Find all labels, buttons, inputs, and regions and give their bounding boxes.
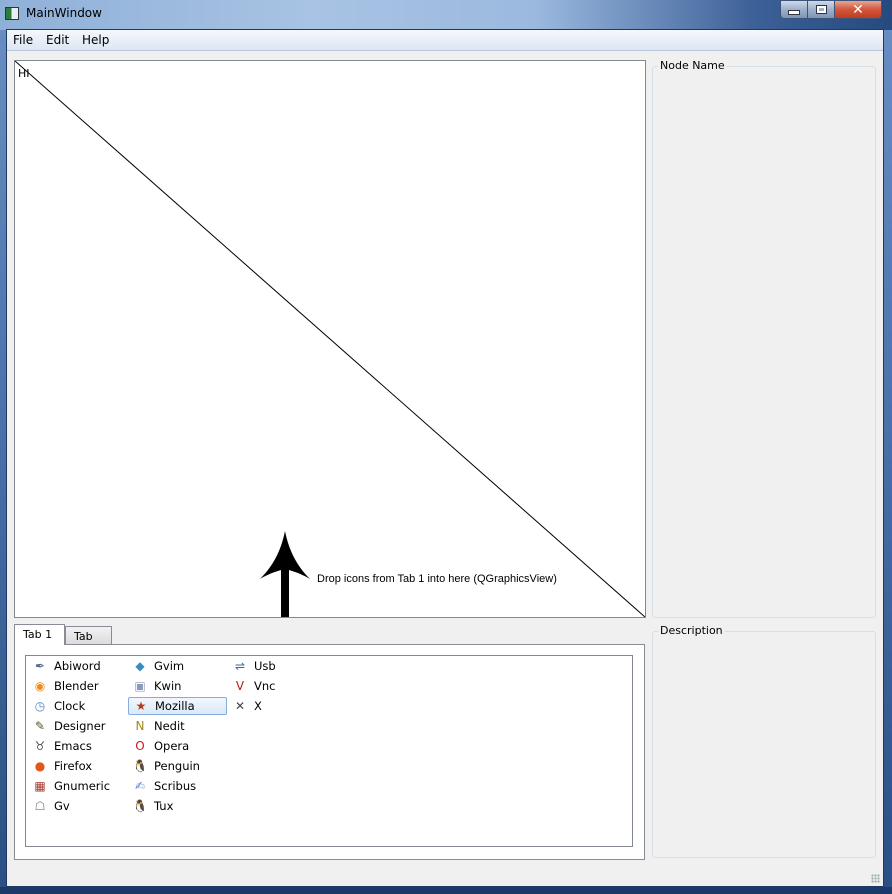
kwin-icon: ▣ — [134, 679, 146, 693]
list-item-label: Scribus — [154, 779, 197, 793]
tab-1[interactable]: Tab 1 — [14, 624, 65, 645]
list-item-label: Emacs — [54, 739, 92, 753]
icon-list[interactable]: ✒ Abiword ◉ Blender ◷ Clock ✎ Designer ♉ Emacs ● Fi… — [25, 655, 633, 847]
list-item-mozilla[interactable]: ★ Mozilla — [128, 697, 227, 715]
tux-icon: 🐧 — [132, 799, 148, 813]
list-item-scribus[interactable]: ✍ Scribus — [128, 777, 224, 795]
tab-1-pane: ✒ Abiword ◉ Blender ◷ Clock ✎ Designer ♉ Emacs ● Fi… — [14, 644, 645, 860]
menu-file[interactable]: File — [10, 32, 36, 48]
menu-help[interactable]: Help — [79, 32, 112, 48]
list-item-label: Abiword — [54, 659, 101, 673]
list-item-label: Designer — [54, 719, 106, 733]
list-item-label: Gv — [54, 799, 70, 813]
list-item-clock[interactable]: ◷ Clock — [28, 697, 124, 715]
close-icon: ✕ — [852, 1, 864, 18]
window-title: MainWindow — [26, 6, 102, 20]
mozilla-icon: ★ — [135, 699, 147, 713]
list-item-label: Penguin — [154, 759, 200, 773]
close-button[interactable]: ✕ — [835, 0, 882, 19]
scene-text-item[interactable]: HI — [18, 67, 30, 80]
gnumeric-icon: ▦ — [34, 779, 46, 793]
nedit-icon: N — [135, 719, 145, 733]
list-item-label: Usb — [254, 659, 276, 673]
list-item-gvim[interactable]: ◆ Gvim — [128, 657, 224, 675]
list-item-label: Nedit — [154, 719, 185, 733]
window-border — [0, 887, 892, 894]
app-icon — [5, 7, 19, 20]
description-label: Description — [658, 624, 725, 637]
list-item-firefox[interactable]: ● Firefox — [28, 757, 124, 775]
arrow-icon — [260, 531, 310, 601]
list-item-vnc[interactable]: V Vnc — [228, 677, 324, 695]
list-item-label: Blender — [54, 679, 99, 693]
list-item-x[interactable]: ✕ X — [228, 697, 324, 715]
graphics-view[interactable]: HI Drop icons from Tab 1 into here (QGra… — [14, 60, 646, 618]
emacs-icon: ♉ — [34, 739, 46, 753]
list-item-label: Mozilla — [155, 699, 195, 713]
list-item-label: Gnumeric — [54, 779, 111, 793]
list-item-label: X — [254, 699, 262, 713]
arrow-shaft — [281, 601, 289, 617]
clock-icon: ◷ — [34, 699, 46, 713]
scribus-icon: ✍ — [134, 779, 146, 793]
node-name-groupbox: Node Name — [652, 59, 876, 618]
tab-widget: Tab 1 Tab 2 ✒ Abiword ◉ Blender ◷ Clock ✎ Desig… — [14, 624, 645, 860]
list-item-nedit[interactable]: N Nedit — [128, 717, 224, 735]
list-item-usb[interactable]: ⇌ Usb — [228, 657, 324, 675]
usb-icon: ⇌ — [234, 659, 246, 673]
vnc-icon: V — [235, 679, 245, 693]
list-item-opera[interactable]: O Opera — [128, 737, 224, 755]
diagonal-line — [15, 61, 645, 617]
list-item-abiword[interactable]: ✒ Abiword — [28, 657, 124, 675]
maximize-icon — [816, 6, 826, 13]
gvim-icon: ◆ — [135, 659, 145, 673]
x-icon: ✕ — [234, 699, 246, 713]
designer-icon: ✎ — [34, 719, 46, 733]
list-item-label: Tux — [154, 799, 174, 813]
blender-icon: ◉ — [34, 679, 46, 693]
list-item-designer[interactable]: ✎ Designer — [28, 717, 124, 735]
penguin-icon: 🐧 — [132, 759, 148, 773]
list-item-label: Firefox — [54, 759, 93, 773]
caption-buttons: ✕ — [780, 0, 882, 19]
firefox-icon: ● — [34, 759, 46, 773]
abiword-icon: ✒ — [34, 659, 46, 673]
maximize-button[interactable] — [808, 0, 835, 19]
list-item-label: Opera — [154, 739, 190, 753]
list-item-label: Gvim — [154, 659, 185, 673]
list-item-gv[interactable]: ☖ Gv — [28, 797, 124, 815]
opera-icon: O — [135, 739, 145, 753]
description-groupbox: Description — [652, 624, 876, 858]
tab-2[interactable]: Tab 2 — [65, 626, 112, 656]
minimize-button[interactable] — [780, 0, 808, 19]
main-window-client: File Edit Help HI Drop icons from Tab 1 … — [6, 29, 884, 887]
menu-edit[interactable]: Edit — [43, 32, 72, 48]
menu-bar: File Edit Help — [7, 30, 883, 51]
title-bar[interactable]: MainWindow ✕ — [0, 0, 892, 30]
node-name-label: Node Name — [658, 59, 727, 72]
list-item-label: Vnc — [254, 679, 276, 693]
list-item-label: Clock — [54, 699, 86, 713]
gv-icon: ☖ — [34, 799, 46, 813]
list-item-kwin[interactable]: ▣ Kwin — [128, 677, 224, 695]
list-item-penguin[interactable]: 🐧 Penguin — [128, 757, 224, 775]
list-item-tux[interactable]: 🐧 Tux — [128, 797, 224, 815]
drop-hint-label: Drop icons from Tab 1 into here (QGraphi… — [317, 573, 557, 585]
list-item-label: Kwin — [154, 679, 182, 693]
list-item-gnumeric[interactable]: ▦ Gnumeric — [28, 777, 124, 795]
graphics-scene — [15, 61, 645, 617]
list-item-blender[interactable]: ◉ Blender — [28, 677, 124, 695]
list-item-emacs[interactable]: ♉ Emacs — [28, 737, 124, 755]
resize-grip[interactable] — [871, 874, 880, 883]
minimize-icon — [788, 10, 800, 15]
